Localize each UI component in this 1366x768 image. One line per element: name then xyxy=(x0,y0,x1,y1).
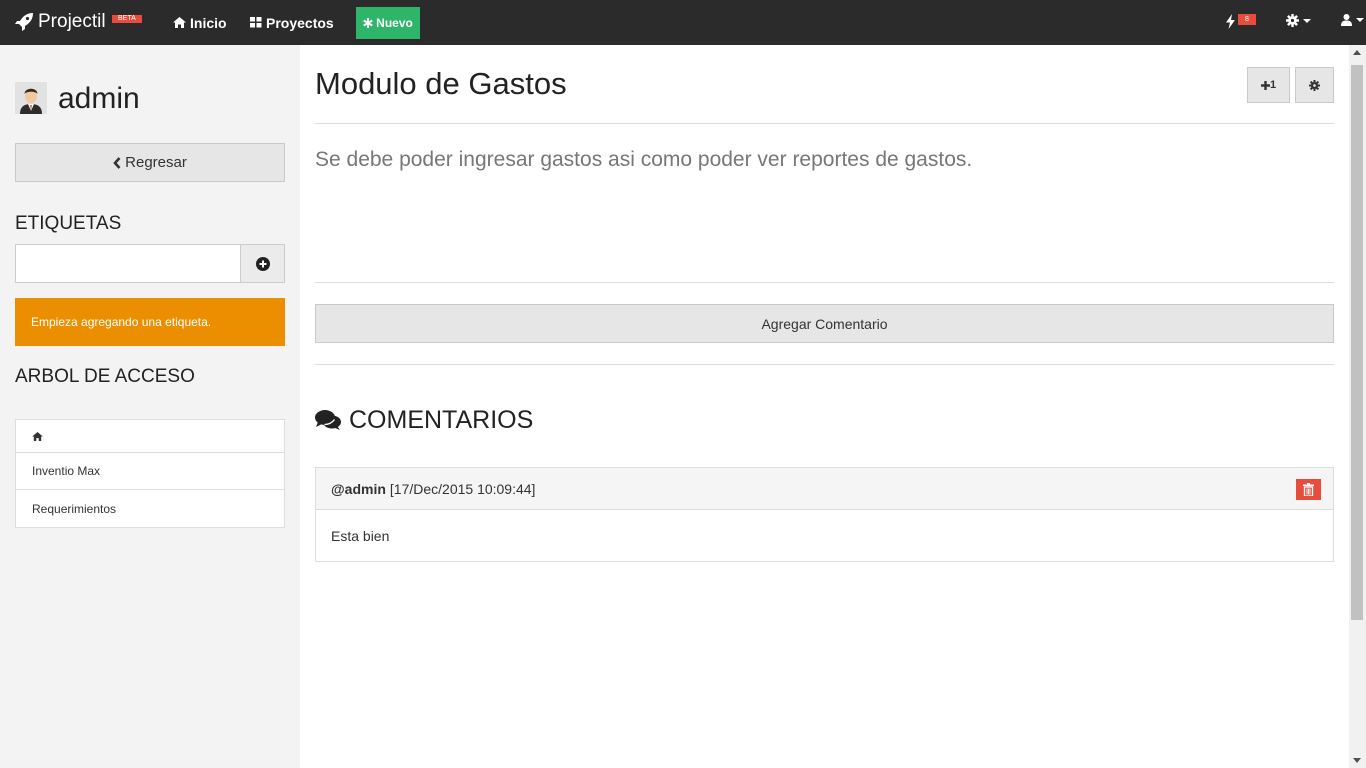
chevron-left-icon xyxy=(113,156,121,169)
tags-empty-alert: Empieza agregando una etiqueta. xyxy=(15,298,285,346)
divider xyxy=(315,364,1334,365)
rocket-icon xyxy=(15,13,33,31)
delete-comment-button[interactable] xyxy=(1296,479,1321,500)
task-description: Se debe poder ingresar gastos asi como p… xyxy=(315,148,973,171)
beta-badge: BETA xyxy=(112,15,142,23)
tree-item-home[interactable] xyxy=(16,420,284,453)
plus-icon xyxy=(1260,80,1270,90)
bolt-icon[interactable] xyxy=(1226,14,1235,29)
gear-icon xyxy=(1309,79,1320,91)
scroll-down-arrow-icon[interactable] xyxy=(1353,758,1361,763)
divider xyxy=(315,282,1334,283)
notification-badge[interactable]: 8 xyxy=(1238,14,1256,25)
add-tag-button[interactable] xyxy=(240,244,285,283)
comment-date: [17/Dec/2015 10:09:44] xyxy=(389,480,536,497)
asterisk-icon xyxy=(363,18,373,28)
comments-title: COMENTARIOS xyxy=(315,405,533,435)
comment-header: @admin [17/Dec/2015 10:09:44] xyxy=(316,468,1333,510)
add-comment-button[interactable]: Agregar Comentario xyxy=(315,304,1334,343)
access-tree: Inventio Max Requerimientos xyxy=(15,419,285,528)
home-icon xyxy=(173,17,186,28)
scroll-up-arrow-icon[interactable] xyxy=(1353,50,1361,55)
home-icon xyxy=(32,431,43,441)
user-icon xyxy=(1341,14,1352,26)
avatar xyxy=(15,82,47,114)
settings-button[interactable] xyxy=(1295,67,1334,103)
brand-name: Projectil xyxy=(38,11,106,32)
brand-link[interactable]: Projectil xyxy=(14,9,106,35)
plus-circle-icon xyxy=(255,256,270,271)
sidebar: admin Regresar ETIQUETAS Empieza agregan… xyxy=(0,45,300,768)
nav-inicio-label: Inicio xyxy=(190,14,227,31)
nav-inicio[interactable]: Inicio xyxy=(173,14,227,31)
nav-proyectos[interactable]: Proyectos xyxy=(250,14,334,31)
tag-input[interactable] xyxy=(15,244,241,283)
comment-item: @admin [17/Dec/2015 10:09:44] Esta bien xyxy=(315,467,1334,562)
new-button[interactable]: Nuevo xyxy=(356,7,420,39)
user-menu[interactable] xyxy=(1341,14,1364,26)
gear-icon xyxy=(1286,14,1299,27)
top-navbar: Projectil BETA Inicio Proyectos Nuevo 8 xyxy=(0,0,1366,45)
plus-one-count: 1 xyxy=(1269,79,1277,91)
access-tree-title: ARBOL DE ACCESO xyxy=(15,366,195,387)
page-scrollbar[interactable] xyxy=(1349,45,1366,768)
comments-icon xyxy=(315,410,341,430)
nav-proyectos-label: Proyectos xyxy=(266,14,334,31)
back-button-label: Regresar xyxy=(125,154,187,171)
comment-body: Esta bien xyxy=(331,528,390,544)
user-name: admin xyxy=(58,82,140,115)
tags-title: ETIQUETAS xyxy=(15,213,122,234)
grid-icon xyxy=(250,17,262,28)
settings-menu[interactable] xyxy=(1286,14,1311,27)
chevron-down-icon xyxy=(1356,18,1364,22)
comment-author[interactable]: @admin xyxy=(331,481,386,497)
trash-icon xyxy=(1303,483,1314,496)
divider xyxy=(315,123,1334,124)
tree-item-requerimientos[interactable]: Requerimientos xyxy=(16,490,284,527)
comments-title-label: COMENTARIOS xyxy=(349,406,534,434)
page-title: Modulo de Gastos xyxy=(315,66,567,101)
tree-item-inventio-max[interactable]: Inventio Max xyxy=(16,453,284,490)
chevron-down-icon xyxy=(1303,18,1311,23)
scrollbar-thumb[interactable] xyxy=(1351,65,1363,620)
plus-one-button[interactable]: 1 xyxy=(1247,67,1290,103)
new-button-label: Nuevo xyxy=(376,16,413,30)
back-button[interactable]: Regresar xyxy=(15,143,285,182)
